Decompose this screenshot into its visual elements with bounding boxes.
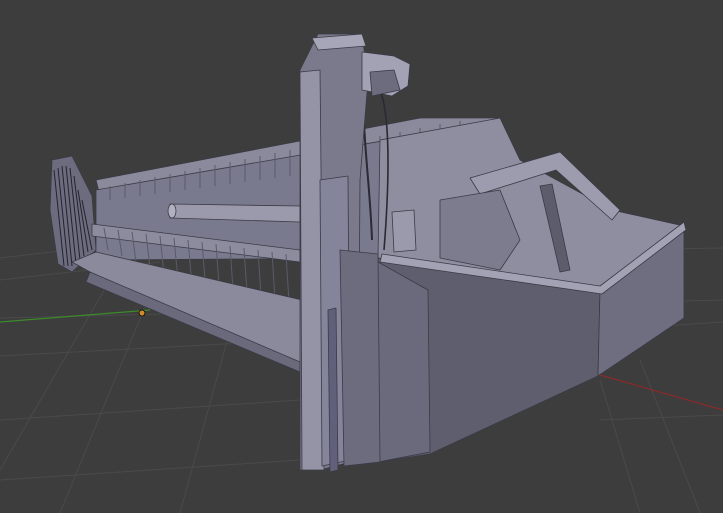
3d-viewport[interactable]	[0, 0, 723, 513]
column-fixture	[391, 209, 417, 253]
y-axis-line	[0, 309, 151, 323]
object-origin-icon	[138, 309, 146, 317]
reel-tube-end	[167, 203, 177, 219]
viewport-scene[interactable]	[0, 0, 723, 513]
column-lower-panel	[339, 249, 381, 467]
combine-header-mesh-icon[interactable]	[49, 33, 687, 473]
rear-housing-chamfer	[377, 261, 431, 463]
x-axis-line	[599, 374, 723, 411]
column-fixture-2	[327, 307, 339, 473]
